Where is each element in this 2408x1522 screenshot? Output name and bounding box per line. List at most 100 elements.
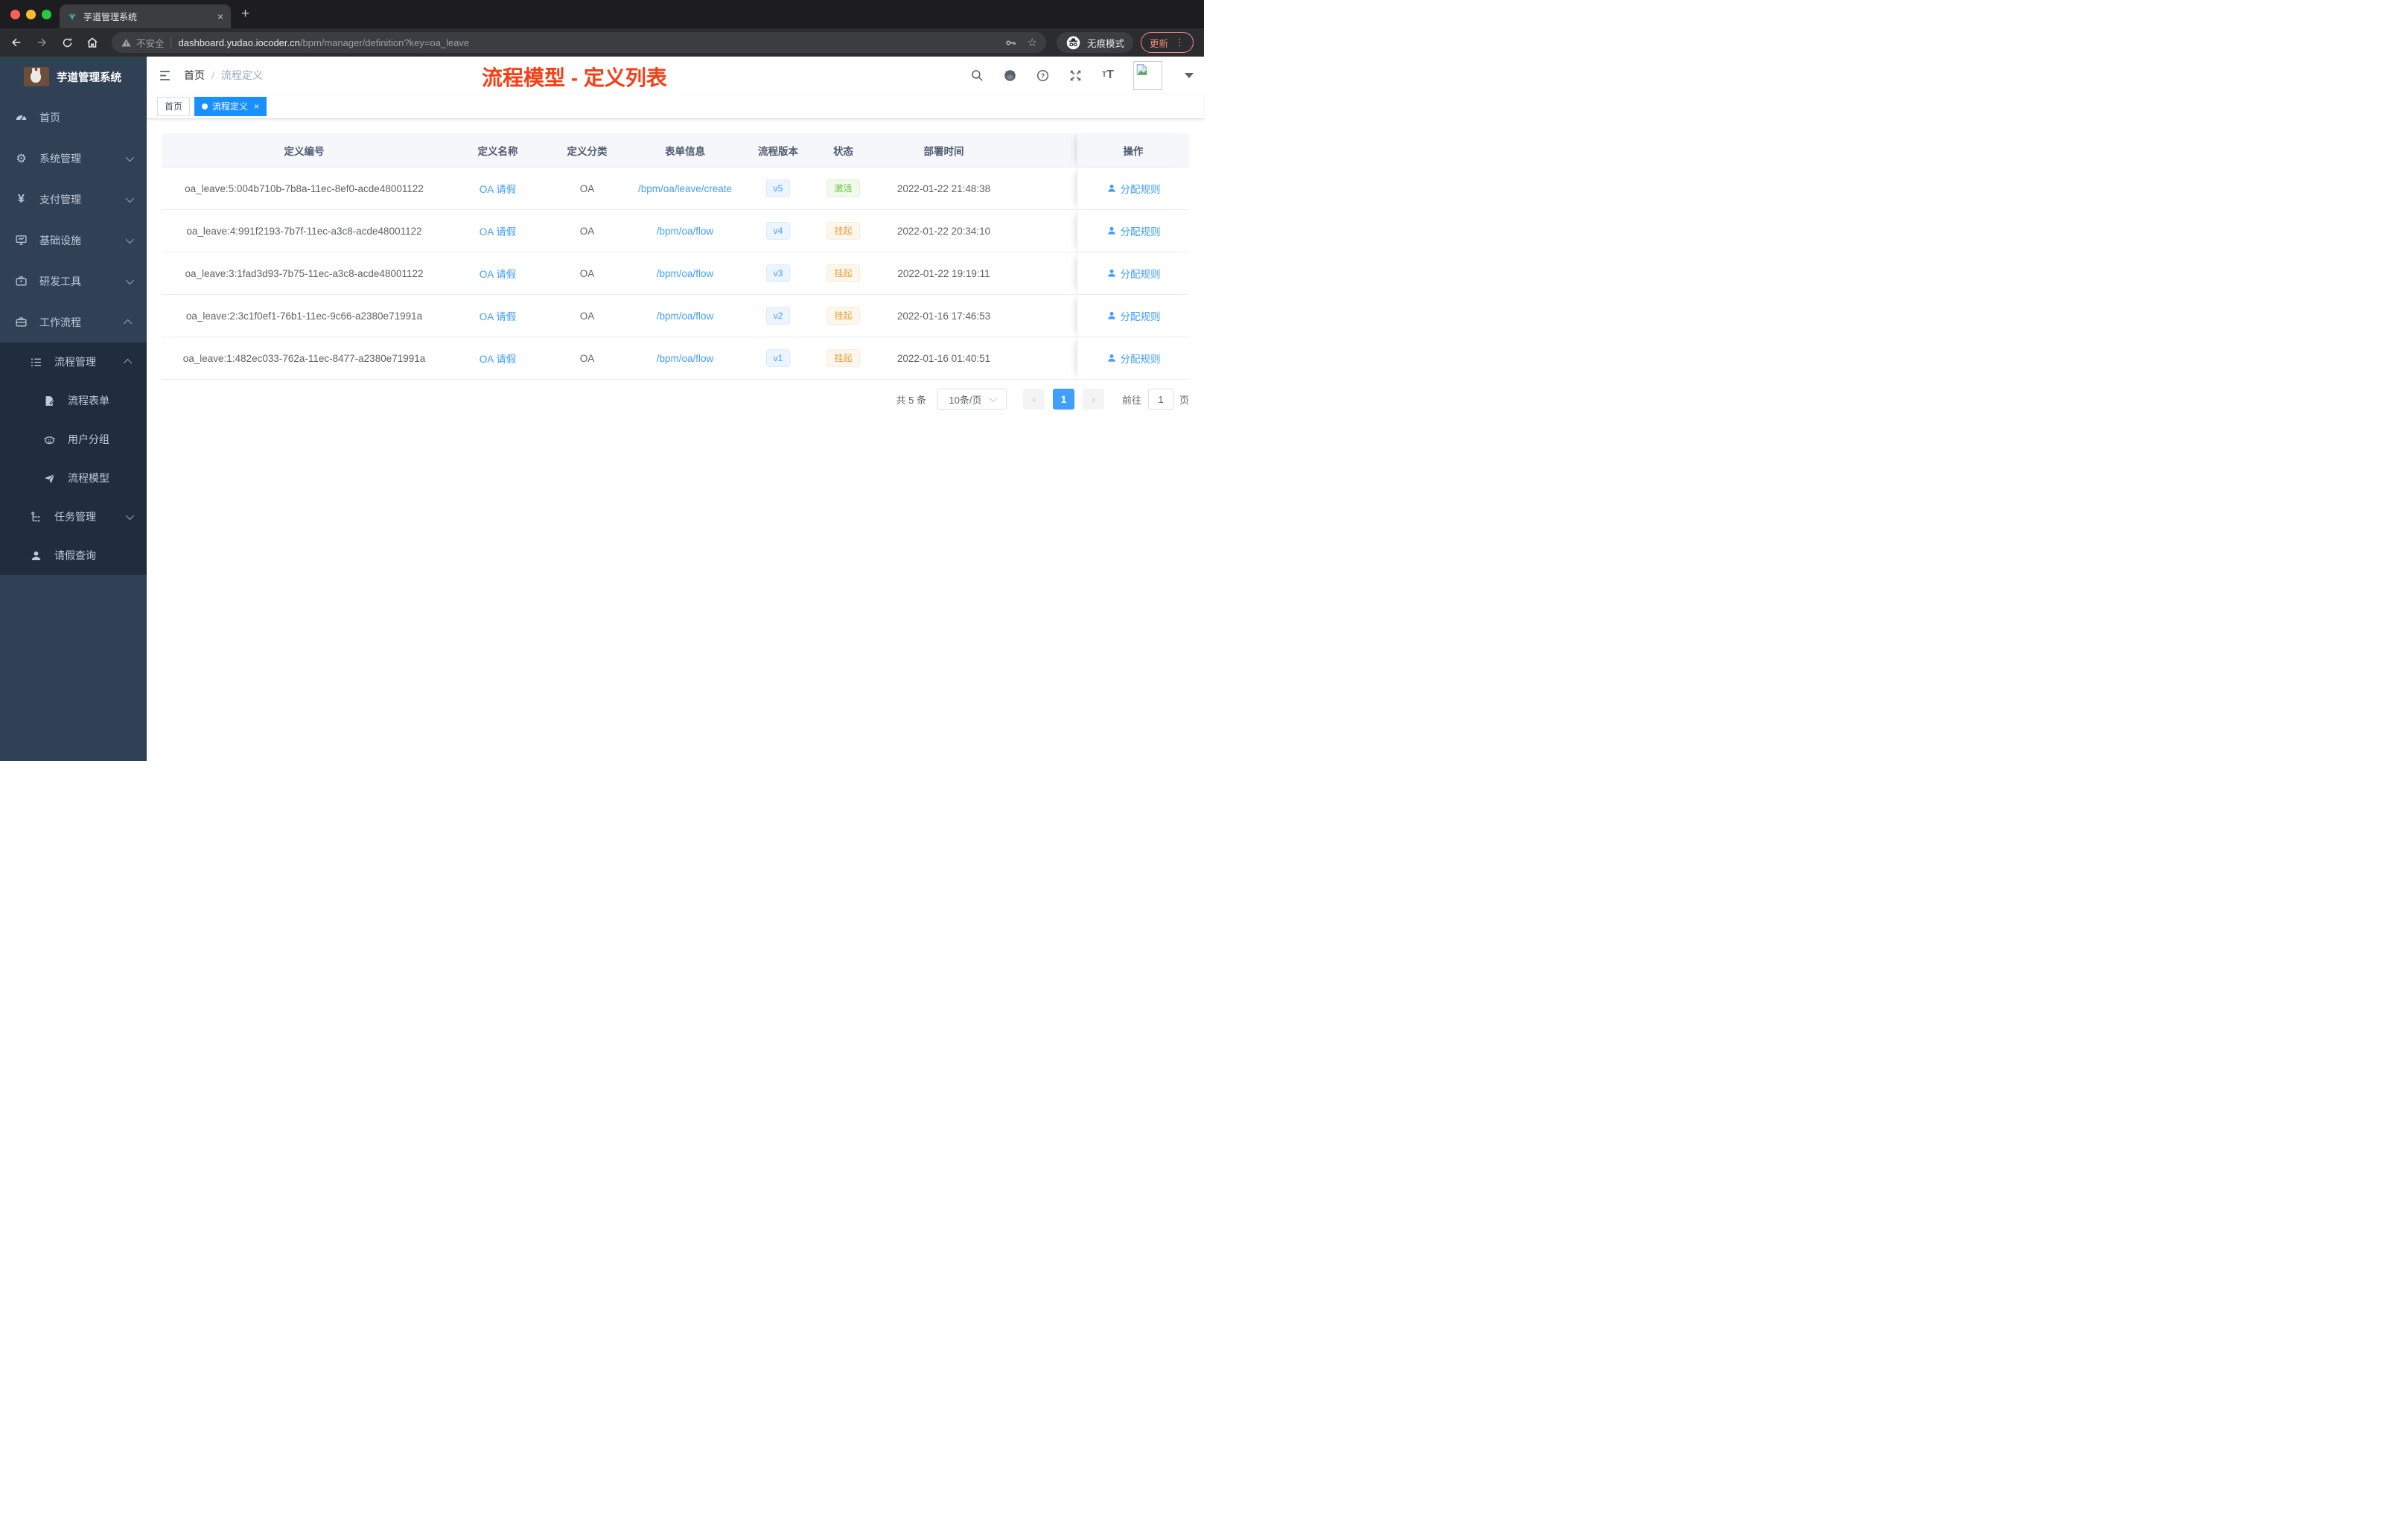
goto-label: 前往 [1121,394,1141,406]
sidebar-item-home[interactable]: 首页 [0,97,147,138]
new-tab-button[interactable]: + [241,6,249,22]
browser-tabstrip: 芋道管理系统 × + [0,0,1204,28]
chevron-up-icon [123,358,133,368]
sidebar-item-label: 请假查询 [54,550,96,561]
reload-icon [63,37,71,47]
sidebar-item-label: 首页 [39,111,60,124]
sidebar-item-workflow[interactable]: 工作流程 [0,302,147,343]
sidebar-item-payment[interactable]: ¥ 支付管理 [0,179,147,220]
avatar-caret-icon[interactable] [1185,72,1194,78]
browser-tab[interactable]: 芋道管理系统 × [60,4,231,28]
maximize-window-button[interactable] [42,10,51,19]
form-link[interactable]: /bpm/oa/leave/create [638,183,732,194]
reload-button[interactable] [57,32,77,53]
sidebar-item-process-management[interactable]: 流程管理 [0,343,147,381]
yen-icon: ¥ [18,192,25,206]
page-size-select[interactable]: 10条/页 [936,389,1007,410]
home-button[interactable] [82,32,103,53]
update-label: 更新 [1149,38,1168,49]
breadcrumb-home[interactable]: 首页 [184,68,205,83]
back-button[interactable] [6,32,27,53]
column-header: 定义编号 [162,133,447,167]
fullscreen-icon[interactable] [1068,68,1083,83]
assign-rule-button[interactable]: 分配规则 [1106,266,1161,281]
definition-category: OA [549,295,625,337]
deploy-time: 2022-01-22 20:34:10 [875,210,1013,252]
security-label[interactable]: 不安全 [136,36,165,50]
tab-close-icon[interactable]: × [217,10,223,22]
close-window-button[interactable] [10,10,20,19]
sidebar-item-infrastructure[interactable]: 基础设施 [0,220,147,261]
version-badge: v2 [765,306,791,325]
goto-page-input[interactable]: 1 [1147,389,1173,410]
form-link[interactable]: /bpm/oa/flow [657,268,714,279]
sidebar-item-devtools[interactable]: 研发工具 [0,261,147,302]
gear-icon: ⚙ [16,152,27,165]
address-bar[interactable]: 不安全 dashboard.yudao.iocoder.cn/bpm/manag… [112,32,1046,53]
definition-name-link[interactable]: OA 请假 [480,223,517,238]
assign-rule-button[interactable]: 分配规则 [1106,308,1161,323]
sidebar-item-label: 流程表单 [68,395,109,407]
tag-process-definition[interactable]: 流程定义 × [194,96,267,116]
search-icon[interactable] [969,68,984,83]
breadcrumb-separator: / [211,69,214,81]
next-page-button[interactable]: › [1082,389,1104,410]
minimize-window-button[interactable] [26,10,36,19]
assign-rule-button[interactable]: 分配规则 [1106,223,1161,238]
chevron-down-icon [125,153,135,162]
definition-name-link[interactable]: OA 请假 [480,181,517,196]
cell-filler [1013,295,1077,337]
sidebar-item-leave-query[interactable]: 请假查询 [0,536,147,575]
hamburger-icon[interactable] [157,68,172,83]
window-controls[interactable] [10,10,51,19]
status-badge: 挂起 [826,348,860,368]
form-link[interactable]: /bpm/oa/flow [657,353,714,364]
deploy-time: 2022-01-22 21:48:38 [875,168,1013,209]
form-link[interactable]: /bpm/oa/flow [657,226,714,237]
sidebar-item-label: 流程管理 [54,356,96,368]
tag-home[interactable]: 首页 [157,96,191,116]
sidebar-item-process-form[interactable]: 流程表单 [0,381,147,420]
cell-filler [1013,168,1077,209]
definition-name-link[interactable]: OA 请假 [480,266,517,281]
form-link[interactable]: /bpm/oa/flow [657,311,714,322]
definition-name-link[interactable]: OA 请假 [480,308,517,323]
url-text[interactable]: dashboard.yudao.iocoder.cn/bpm/manager/d… [179,37,1004,48]
browser-update-button[interactable]: 更新 ⋮ [1140,32,1194,53]
page-number-button[interactable]: 1 [1052,389,1074,410]
task-tree-icon [30,511,42,523]
key-icon[interactable] [1004,36,1017,49]
page-annotation: 流程模型 - 定义列表 [482,66,667,89]
sidebar-item-label: 流程模型 [68,472,109,484]
help-icon[interactable]: ? [1035,68,1050,83]
active-dot [202,103,208,109]
sidebar-item-label: 研发工具 [39,275,81,287]
definition-name-link[interactable]: OA 请假 [480,351,517,366]
github-icon[interactable] [1002,68,1017,83]
url-domain: dashboard.yudao.iocoder.cn [178,36,300,48]
sidebar-item-user-group[interactable]: 用户分组 [0,420,147,459]
status-badge: 挂起 [826,221,860,241]
browser-menu-icon[interactable]: ⋮ [1175,36,1185,48]
tab-title: 芋道管理系统 [83,11,138,22]
forward-button[interactable] [31,32,52,53]
sidebar-item-task-management[interactable]: 任务管理 [0,497,147,536]
chevron-down-icon [125,511,135,520]
assign-rule-button[interactable]: 分配规则 [1106,181,1161,196]
sidebar-item-process-model[interactable]: 流程模型 [0,459,147,497]
forward-icon [37,38,46,47]
sidebar-item-label: 系统管理 [39,152,81,165]
column-header: 定义名称 [447,133,549,167]
sidebar-item-system[interactable]: ⚙ 系统管理 [0,138,147,179]
table-row: oa_leave:3:1fad3d93-7b75-11ec-a3c8-acde4… [162,252,1189,295]
version-badge: v5 [765,179,791,198]
tag-close-icon[interactable]: × [254,101,259,112]
font-size-icon[interactable]: TT [1101,68,1115,83]
bookmark-star-icon[interactable]: ☆ [1028,36,1037,49]
prev-page-button[interactable]: ‹ [1022,389,1045,410]
avatar[interactable] [1133,60,1162,90]
cell-filler [1013,337,1077,379]
sidebar-logo[interactable]: 芋道管理系统 [0,57,147,97]
page-unit-label: 页 [1179,394,1189,406]
assign-rule-button[interactable]: 分配规则 [1106,351,1161,366]
